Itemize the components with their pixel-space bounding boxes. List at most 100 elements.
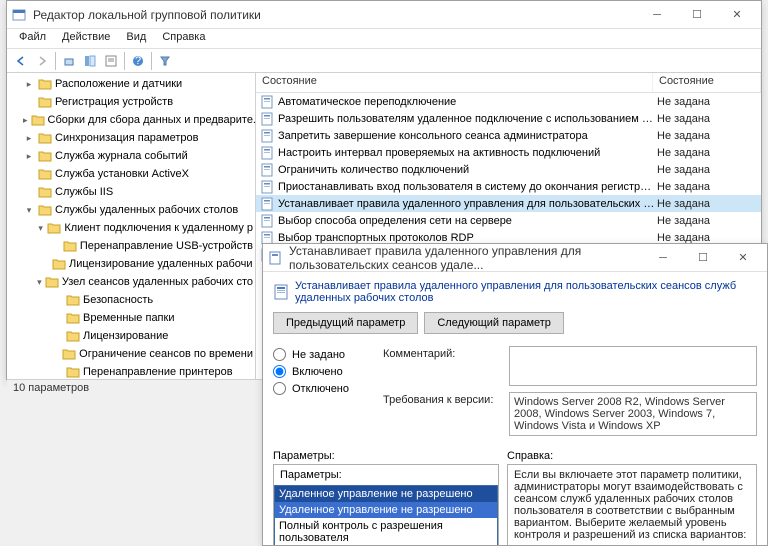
- up-button[interactable]: [59, 51, 79, 71]
- parameters-combo[interactable]: Удаленное управление не разрешено Удален…: [274, 485, 498, 545]
- folder-icon: [66, 366, 80, 378]
- list-item-text: Выбор транспортных протоколов RDP: [278, 232, 657, 244]
- list-row[interactable]: Ограничить количество подключенийНе зада…: [256, 161, 761, 178]
- tree-item[interactable]: Регистрация устройств: [55, 94, 173, 110]
- tree-item[interactable]: Службы IIS: [55, 184, 113, 200]
- tree-item[interactable]: Узел сеансов удаленных рабочих сто: [62, 274, 253, 290]
- policy-item-icon: [260, 95, 274, 109]
- dialog-minimize-button[interactable]: ─: [643, 245, 683, 271]
- close-button[interactable]: ✕: [717, 2, 757, 28]
- list-header: Состояние Состояние: [256, 73, 761, 93]
- window-title: Редактор локальной групповой политики: [33, 8, 637, 22]
- titlebar: Редактор локальной групповой политики ─ …: [7, 1, 761, 29]
- column-header-state[interactable]: Состояние: [256, 73, 653, 92]
- radio-not-configured[interactable]: [273, 348, 286, 361]
- help-box: Если вы включаете этот параметр политики…: [507, 464, 757, 545]
- combo-option[interactable]: Удаленное управление не разрешено: [275, 502, 497, 518]
- list-row[interactable]: Запретить завершение консольного сеанса …: [256, 127, 761, 144]
- list-row[interactable]: Устанавливает правила удаленного управле…: [256, 195, 761, 212]
- requirements-box: Windows Server 2008 R2, Windows Server 2…: [509, 392, 757, 436]
- policy-item-icon: [260, 197, 274, 211]
- menu-file[interactable]: Файл: [11, 29, 54, 48]
- list-row[interactable]: Настроить интервал проверяемых на активн…: [256, 144, 761, 161]
- tree-item[interactable]: Временные папки: [83, 310, 174, 326]
- list-item-text: Приостанавливать вход пользователя в сис…: [278, 181, 657, 193]
- expand-icon[interactable]: ▸: [23, 76, 35, 92]
- list-item-state: Не задана: [657, 113, 757, 125]
- tree-item[interactable]: Клиент подключения к удаленному р: [64, 220, 253, 236]
- combo-selected[interactable]: Удаленное управление не разрешено: [275, 486, 497, 502]
- tree-item[interactable]: Службы удаленных рабочих столов: [55, 202, 238, 218]
- policy-item-icon: [260, 163, 274, 177]
- dialog-titlebar: Устанавливает правила удаленного управле…: [263, 244, 767, 272]
- dialog-maximize-button[interactable]: ☐: [683, 245, 723, 271]
- requirements-label: Требования к версии:: [383, 392, 509, 406]
- tree-item[interactable]: Лицензирование удаленных рабочи: [69, 256, 253, 272]
- list-row[interactable]: Разрешить пользователям удаленное подклю…: [256, 110, 761, 127]
- list-item-state: Не задана: [657, 164, 757, 176]
- show-hide-tree-button[interactable]: [80, 51, 100, 71]
- comment-field[interactable]: [509, 346, 757, 386]
- tree-item[interactable]: Лицензирование: [83, 328, 168, 344]
- tree-item[interactable]: Синхронизация параметров: [55, 130, 198, 146]
- policy-item-icon: [260, 180, 274, 194]
- tree-item[interactable]: Безопасность: [83, 292, 153, 308]
- policy-icon: [267, 250, 283, 266]
- tree-item[interactable]: Расположение и датчики: [55, 76, 182, 92]
- list-item-state: Не задана: [657, 96, 757, 108]
- menu-action[interactable]: Действие: [54, 29, 118, 48]
- list-item-state: Не задана: [657, 181, 757, 193]
- back-button[interactable]: [11, 51, 31, 71]
- parameters-box: Параметры: Удаленное управление не разре…: [273, 464, 499, 545]
- combo-option[interactable]: Полный контроль с разрешения пользовател…: [275, 518, 497, 545]
- forward-button[interactable]: [32, 51, 52, 71]
- policy-dialog: Устанавливает правила удаленного управле…: [262, 243, 768, 546]
- tree-item[interactable]: Ограничение сеансов по времени: [79, 346, 253, 362]
- list-item-state: Не задана: [657, 198, 757, 210]
- policy-item-icon: [260, 112, 274, 126]
- list-row[interactable]: Автоматическое переподключениеНе задана: [256, 93, 761, 110]
- column-header-state2[interactable]: Состояние: [653, 73, 761, 92]
- help-label: Справка:: [507, 450, 757, 462]
- tree-item[interactable]: Служба журнала событий: [55, 148, 188, 164]
- radio-enabled[interactable]: [273, 365, 286, 378]
- list-item-text: Выбор способа определения сети на сервер…: [278, 215, 657, 227]
- dialog-close-button[interactable]: ✕: [723, 245, 763, 271]
- folder-icon: [66, 312, 80, 324]
- tree-pane[interactable]: ▸ Расположение и датчики Регистрация устр…: [7, 73, 256, 379]
- filter-button[interactable]: [155, 51, 175, 71]
- policy-item-icon: [260, 129, 274, 143]
- list-row[interactable]: Приостанавливать вход пользователя в сис…: [256, 178, 761, 195]
- tree-item[interactable]: Служба установки ActiveX: [55, 166, 189, 182]
- minimize-button[interactable]: ─: [637, 2, 677, 28]
- tree-item[interactable]: Перенаправление USB-устройств: [80, 238, 253, 254]
- collapse-icon[interactable]: ▾: [23, 202, 35, 218]
- comment-label: Комментарий:: [383, 346, 509, 360]
- folder-icon: [66, 330, 80, 342]
- radio-label: Отключено: [292, 383, 349, 395]
- radio-disabled[interactable]: [273, 382, 286, 395]
- dialog-heading: Устанавливает правила удаленного управле…: [273, 276, 757, 312]
- toolbar: ?: [7, 49, 761, 73]
- parameters-inner-label: Параметры:: [274, 465, 498, 485]
- help-text: Если вы включаете этот параметр политики…: [514, 469, 750, 541]
- tree-item[interactable]: Перенаправление принтеров: [83, 364, 233, 379]
- radio-group: Не задано Включено Отключено: [273, 344, 383, 442]
- menu-view[interactable]: Вид: [118, 29, 154, 48]
- radio-label: Включено: [292, 366, 343, 378]
- folder-icon: [62, 348, 76, 360]
- maximize-button[interactable]: ☐: [677, 2, 717, 28]
- policy-item-icon: [260, 214, 274, 228]
- tree-item[interactable]: Сборки для сбора данных и предварите...: [48, 112, 256, 128]
- prev-setting-button[interactable]: Предыдущий параметр: [273, 312, 418, 334]
- menu-help[interactable]: Справка: [154, 29, 213, 48]
- next-setting-button[interactable]: Следующий параметр: [424, 312, 564, 334]
- list-item-state: Не задана: [657, 130, 757, 142]
- folder-icon: [38, 78, 52, 90]
- parameters-label: Параметры:: [273, 450, 499, 462]
- help-button[interactable]: ?: [128, 51, 148, 71]
- folder-icon: [66, 294, 80, 306]
- dialog-heading-text: Устанавливает правила удаленного управле…: [295, 280, 757, 304]
- properties-button[interactable]: [101, 51, 121, 71]
- list-row[interactable]: Выбор способа определения сети на сервер…: [256, 212, 761, 229]
